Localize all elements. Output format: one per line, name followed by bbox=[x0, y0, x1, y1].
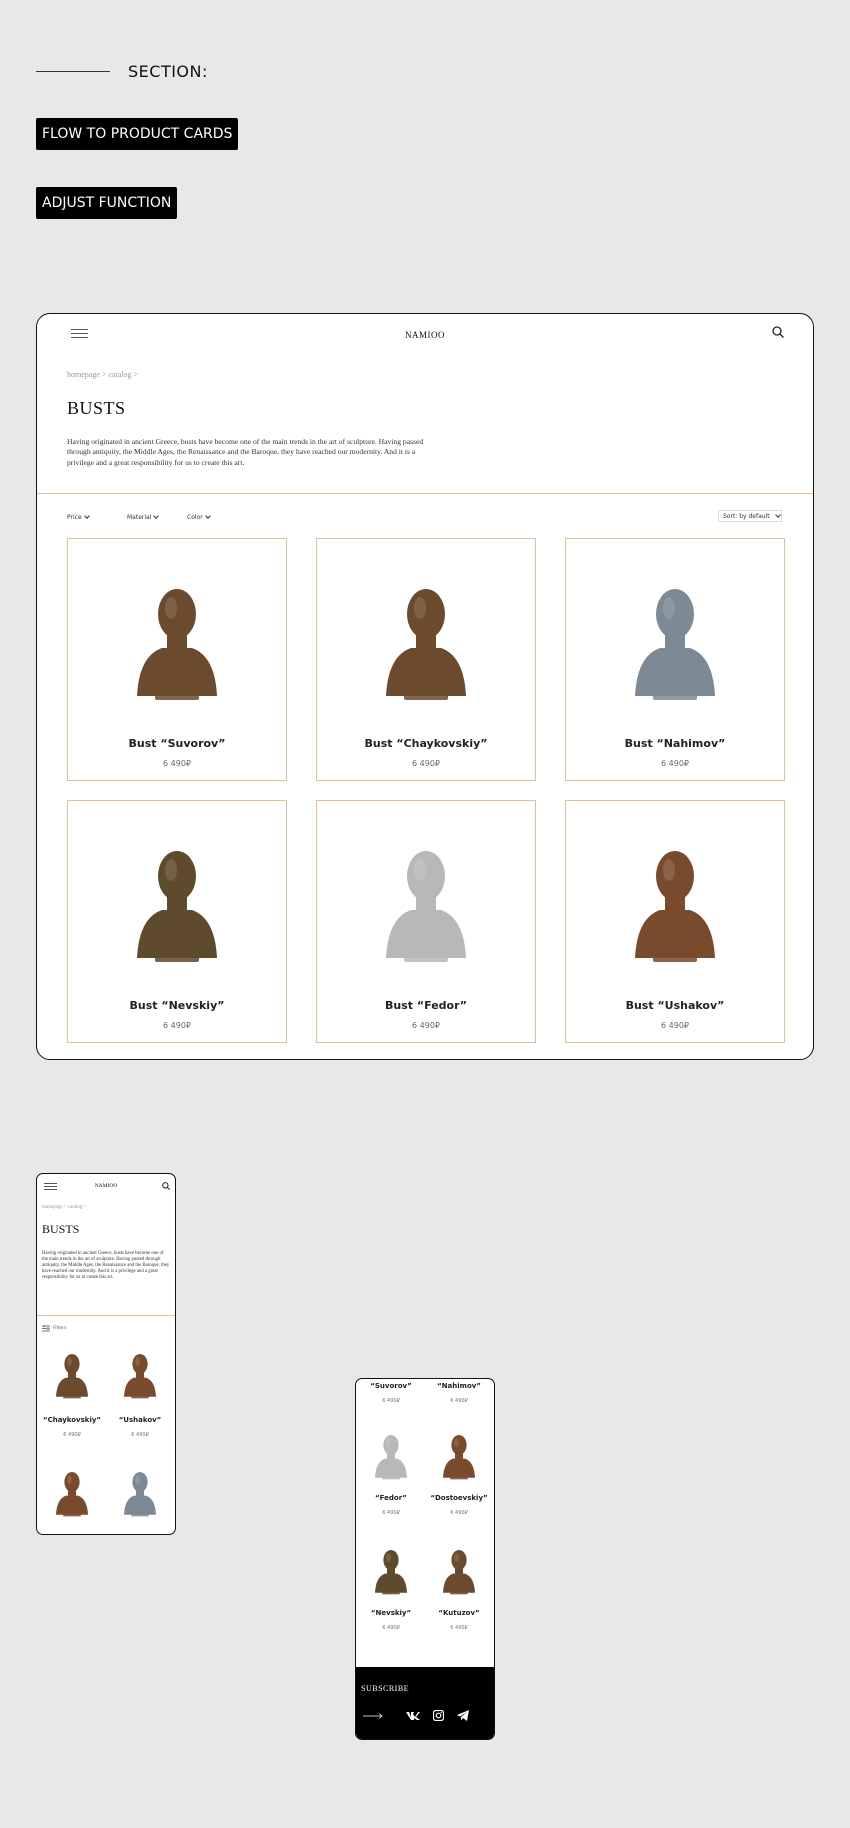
product-name[interactable]: “Chaykovskiy” bbox=[42, 1416, 102, 1424]
product-card[interactable]: “Kutuzov” 6 490₽ bbox=[429, 1539, 489, 1639]
page-title: BUSTS bbox=[67, 398, 126, 418]
product-image bbox=[443, 1550, 475, 1595]
page-description: Having originated in ancient Greece, bus… bbox=[67, 437, 424, 467]
product-name[interactable]: “Kutuzov” bbox=[429, 1609, 489, 1617]
instagram-icon[interactable] bbox=[433, 1710, 444, 1721]
product-card[interactable] bbox=[42, 1458, 102, 1534]
product-image bbox=[124, 1472, 156, 1517]
header-divider bbox=[37, 1315, 175, 1316]
product-name[interactable]: Bust “Nevskiy” bbox=[68, 999, 286, 1012]
product-price: 6 490₽ bbox=[412, 1021, 440, 1030]
product-name[interactable]: “Suvorov” bbox=[361, 1382, 421, 1390]
arrow-right-icon[interactable] bbox=[363, 1713, 383, 1719]
vk-icon[interactable] bbox=[406, 1711, 420, 1721]
product-image bbox=[386, 589, 466, 700]
product-price: 6 490₽ bbox=[382, 1510, 400, 1516]
product-name[interactable]: “Nahimov” bbox=[429, 1382, 489, 1390]
product-price: 6 490₽ bbox=[63, 1432, 81, 1438]
desktop-frame: NAMIOO homepage > catalog > BUSTS Having… bbox=[36, 313, 814, 1060]
product-image bbox=[124, 1354, 156, 1399]
product-card[interactable] bbox=[110, 1458, 170, 1534]
header-divider bbox=[37, 493, 813, 494]
product-price: 6 490₽ bbox=[382, 1625, 400, 1631]
product-card[interactable]: “Dostoevskiy” 6 490₽ bbox=[429, 1424, 489, 1524]
product-image bbox=[443, 1435, 475, 1480]
subscribe-title: SUBSCRIBE bbox=[361, 1684, 410, 1693]
product-price: 6 490₽ bbox=[163, 759, 191, 768]
product-price: 6 490₽ bbox=[131, 1432, 149, 1438]
site-logo[interactable]: NAMIOO bbox=[37, 1183, 175, 1189]
search-icon[interactable] bbox=[772, 326, 784, 338]
filters-icon[interactable] bbox=[42, 1325, 50, 1332]
product-name[interactable]: Bust “Suvorov” bbox=[68, 737, 286, 750]
flow-to-product-cards-tag[interactable]: FLOW TO PRODUCT CARDS bbox=[36, 118, 239, 150]
product-price: 6 490₽ bbox=[661, 1021, 689, 1030]
product-name[interactable]: Bust “Chaykovskiy” bbox=[317, 737, 535, 750]
chevron-down-icon bbox=[774, 512, 781, 518]
product-image bbox=[137, 851, 217, 962]
product-card[interactable]: “Nahimov” 6 490₽ bbox=[429, 1379, 489, 1409]
product-card[interactable]: Bust “Nahimov” 6 490₽ bbox=[565, 538, 785, 781]
product-name[interactable]: Bust “Nahimov” bbox=[566, 737, 784, 750]
filter-price[interactable]: Price bbox=[67, 513, 90, 521]
product-name[interactable]: Bust “Fedor” bbox=[317, 999, 535, 1012]
telegram-icon[interactable] bbox=[457, 1710, 469, 1721]
product-name[interactable]: Bust “Ushakov” bbox=[566, 999, 784, 1012]
section-divider-line bbox=[36, 71, 110, 72]
filter-material[interactable]: Material bbox=[127, 513, 160, 521]
footer: SUBSCRIBE bbox=[356, 1667, 494, 1739]
site-logo[interactable]: NAMIOO bbox=[37, 330, 813, 340]
product-card[interactable]: “Chaykovskiy” 6 490₽ bbox=[42, 1340, 102, 1440]
product-card[interactable]: “Fedor” 6 490₽ bbox=[361, 1424, 421, 1524]
product-price: 6 490₽ bbox=[450, 1510, 468, 1516]
product-card[interactable]: “Suvorov” 6 490₽ bbox=[361, 1379, 421, 1409]
product-price: 6 490₽ bbox=[450, 1398, 468, 1404]
filters-label[interactable]: Filters bbox=[53, 1326, 67, 1331]
breadcrumb[interactable]: homepage > catalog > bbox=[67, 370, 138, 379]
product-card[interactable]: Bust “Nevskiy” 6 490₽ bbox=[67, 800, 287, 1043]
sort-dropdown[interactable]: Sort: by default bbox=[718, 510, 782, 522]
chevron-down-icon bbox=[83, 513, 90, 519]
product-image bbox=[635, 589, 715, 700]
product-price: 6 490₽ bbox=[412, 759, 440, 768]
product-image bbox=[635, 851, 715, 962]
product-card[interactable]: Bust “Ushakov” 6 490₽ bbox=[565, 800, 785, 1043]
adjust-function-tag[interactable]: ADJUST FUNCTION bbox=[36, 187, 178, 219]
mobile-frame-catalog: NAMIOO homepage > catalog > BUSTS Having… bbox=[36, 1173, 176, 1535]
product-card[interactable]: “Ushakov” 6 490₽ bbox=[110, 1340, 170, 1440]
product-card[interactable]: Bust “Chaykovskiy” 6 490₽ bbox=[316, 538, 536, 781]
product-card[interactable]: “Nevskiy” 6 490₽ bbox=[361, 1539, 421, 1639]
product-image bbox=[386, 851, 466, 962]
product-price: 6 490₽ bbox=[661, 759, 689, 768]
search-icon[interactable] bbox=[162, 1182, 170, 1190]
product-image bbox=[375, 1550, 407, 1595]
product-name[interactable]: “Dostoevskiy” bbox=[429, 1494, 489, 1502]
product-name[interactable]: “Nevskiy” bbox=[361, 1609, 421, 1617]
mobile-frame-list-footer: “Suvorov” 6 490₽ “Nahimov” 6 490₽ “Fedor” 6 4… bbox=[355, 1378, 495, 1740]
product-image bbox=[56, 1354, 88, 1399]
page-title: BUSTS bbox=[42, 1222, 80, 1236]
product-price: 6 490₽ bbox=[382, 1398, 400, 1404]
product-card[interactable]: Bust “Suvorov” 6 490₽ bbox=[67, 538, 287, 781]
chevron-down-icon bbox=[204, 513, 211, 519]
product-image bbox=[56, 1472, 88, 1517]
product-card[interactable]: Bust “Fedor” 6 490₽ bbox=[316, 800, 536, 1043]
filter-color[interactable]: Color bbox=[187, 513, 211, 521]
breadcrumb[interactable]: homepage > catalog > bbox=[42, 1205, 86, 1210]
product-image bbox=[137, 589, 217, 700]
product-price: 6 490₽ bbox=[450, 1625, 468, 1631]
product-image bbox=[375, 1435, 407, 1480]
product-price: 6 490₽ bbox=[163, 1021, 191, 1030]
product-name[interactable]: “Ushakov” bbox=[110, 1416, 170, 1424]
chevron-down-icon bbox=[153, 513, 160, 519]
section-label: SECTION: bbox=[128, 62, 208, 81]
product-name[interactable]: “Fedor” bbox=[361, 1494, 421, 1502]
page-description: Having originated in ancient Greece, bus… bbox=[42, 1251, 170, 1280]
